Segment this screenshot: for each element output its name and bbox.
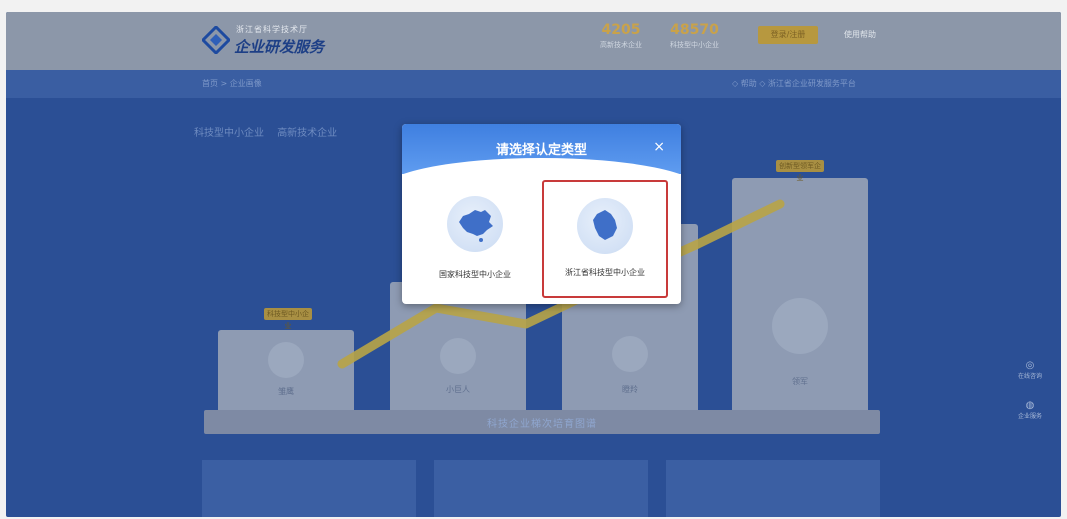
ladder-platform: 科技企业梯次培育图谱 <box>204 410 880 434</box>
bottom-card-3[interactable] <box>666 460 880 517</box>
option-label: 浙江省科技型中小企业 <box>565 268 645 277</box>
certification-type-dialog: 请选择认定类型 × 国家科技型中小企业 浙江省科技型中小企业 <box>402 124 681 304</box>
page-frame: 浙江省科学技术厅 企业研发服务 4205 高新技术企业 48570 科技型中小企… <box>6 12 1061 517</box>
side-tool-label: 在线咨询 <box>1017 373 1042 380</box>
dialog-title: 请选择认定类型 <box>495 143 587 158</box>
zhejiang-map-icon <box>577 198 633 254</box>
china-map-icon <box>447 196 503 252</box>
side-tool-label: 企业服务 <box>1017 413 1042 420</box>
service-icon: ◍ <box>1025 400 1035 411</box>
side-tool-service[interactable]: ◍ 企业服务 <box>1017 400 1043 420</box>
bottom-card-1[interactable] <box>202 460 416 517</box>
option-label: 国家科技型中小企业 <box>439 270 511 279</box>
platform-label: 科技企业梯次培育图谱 <box>487 419 597 430</box>
side-tool-consult[interactable]: ◎ 在线咨询 <box>1017 360 1043 380</box>
option-national-sme[interactable]: 国家科技型中小企业 <box>412 180 538 298</box>
close-icon[interactable]: × <box>653 139 665 155</box>
option-zhejiang-sme[interactable]: 浙江省科技型中小企业 <box>542 180 668 298</box>
chat-icon: ◎ <box>1025 360 1035 371</box>
bottom-card-2[interactable] <box>434 460 648 517</box>
